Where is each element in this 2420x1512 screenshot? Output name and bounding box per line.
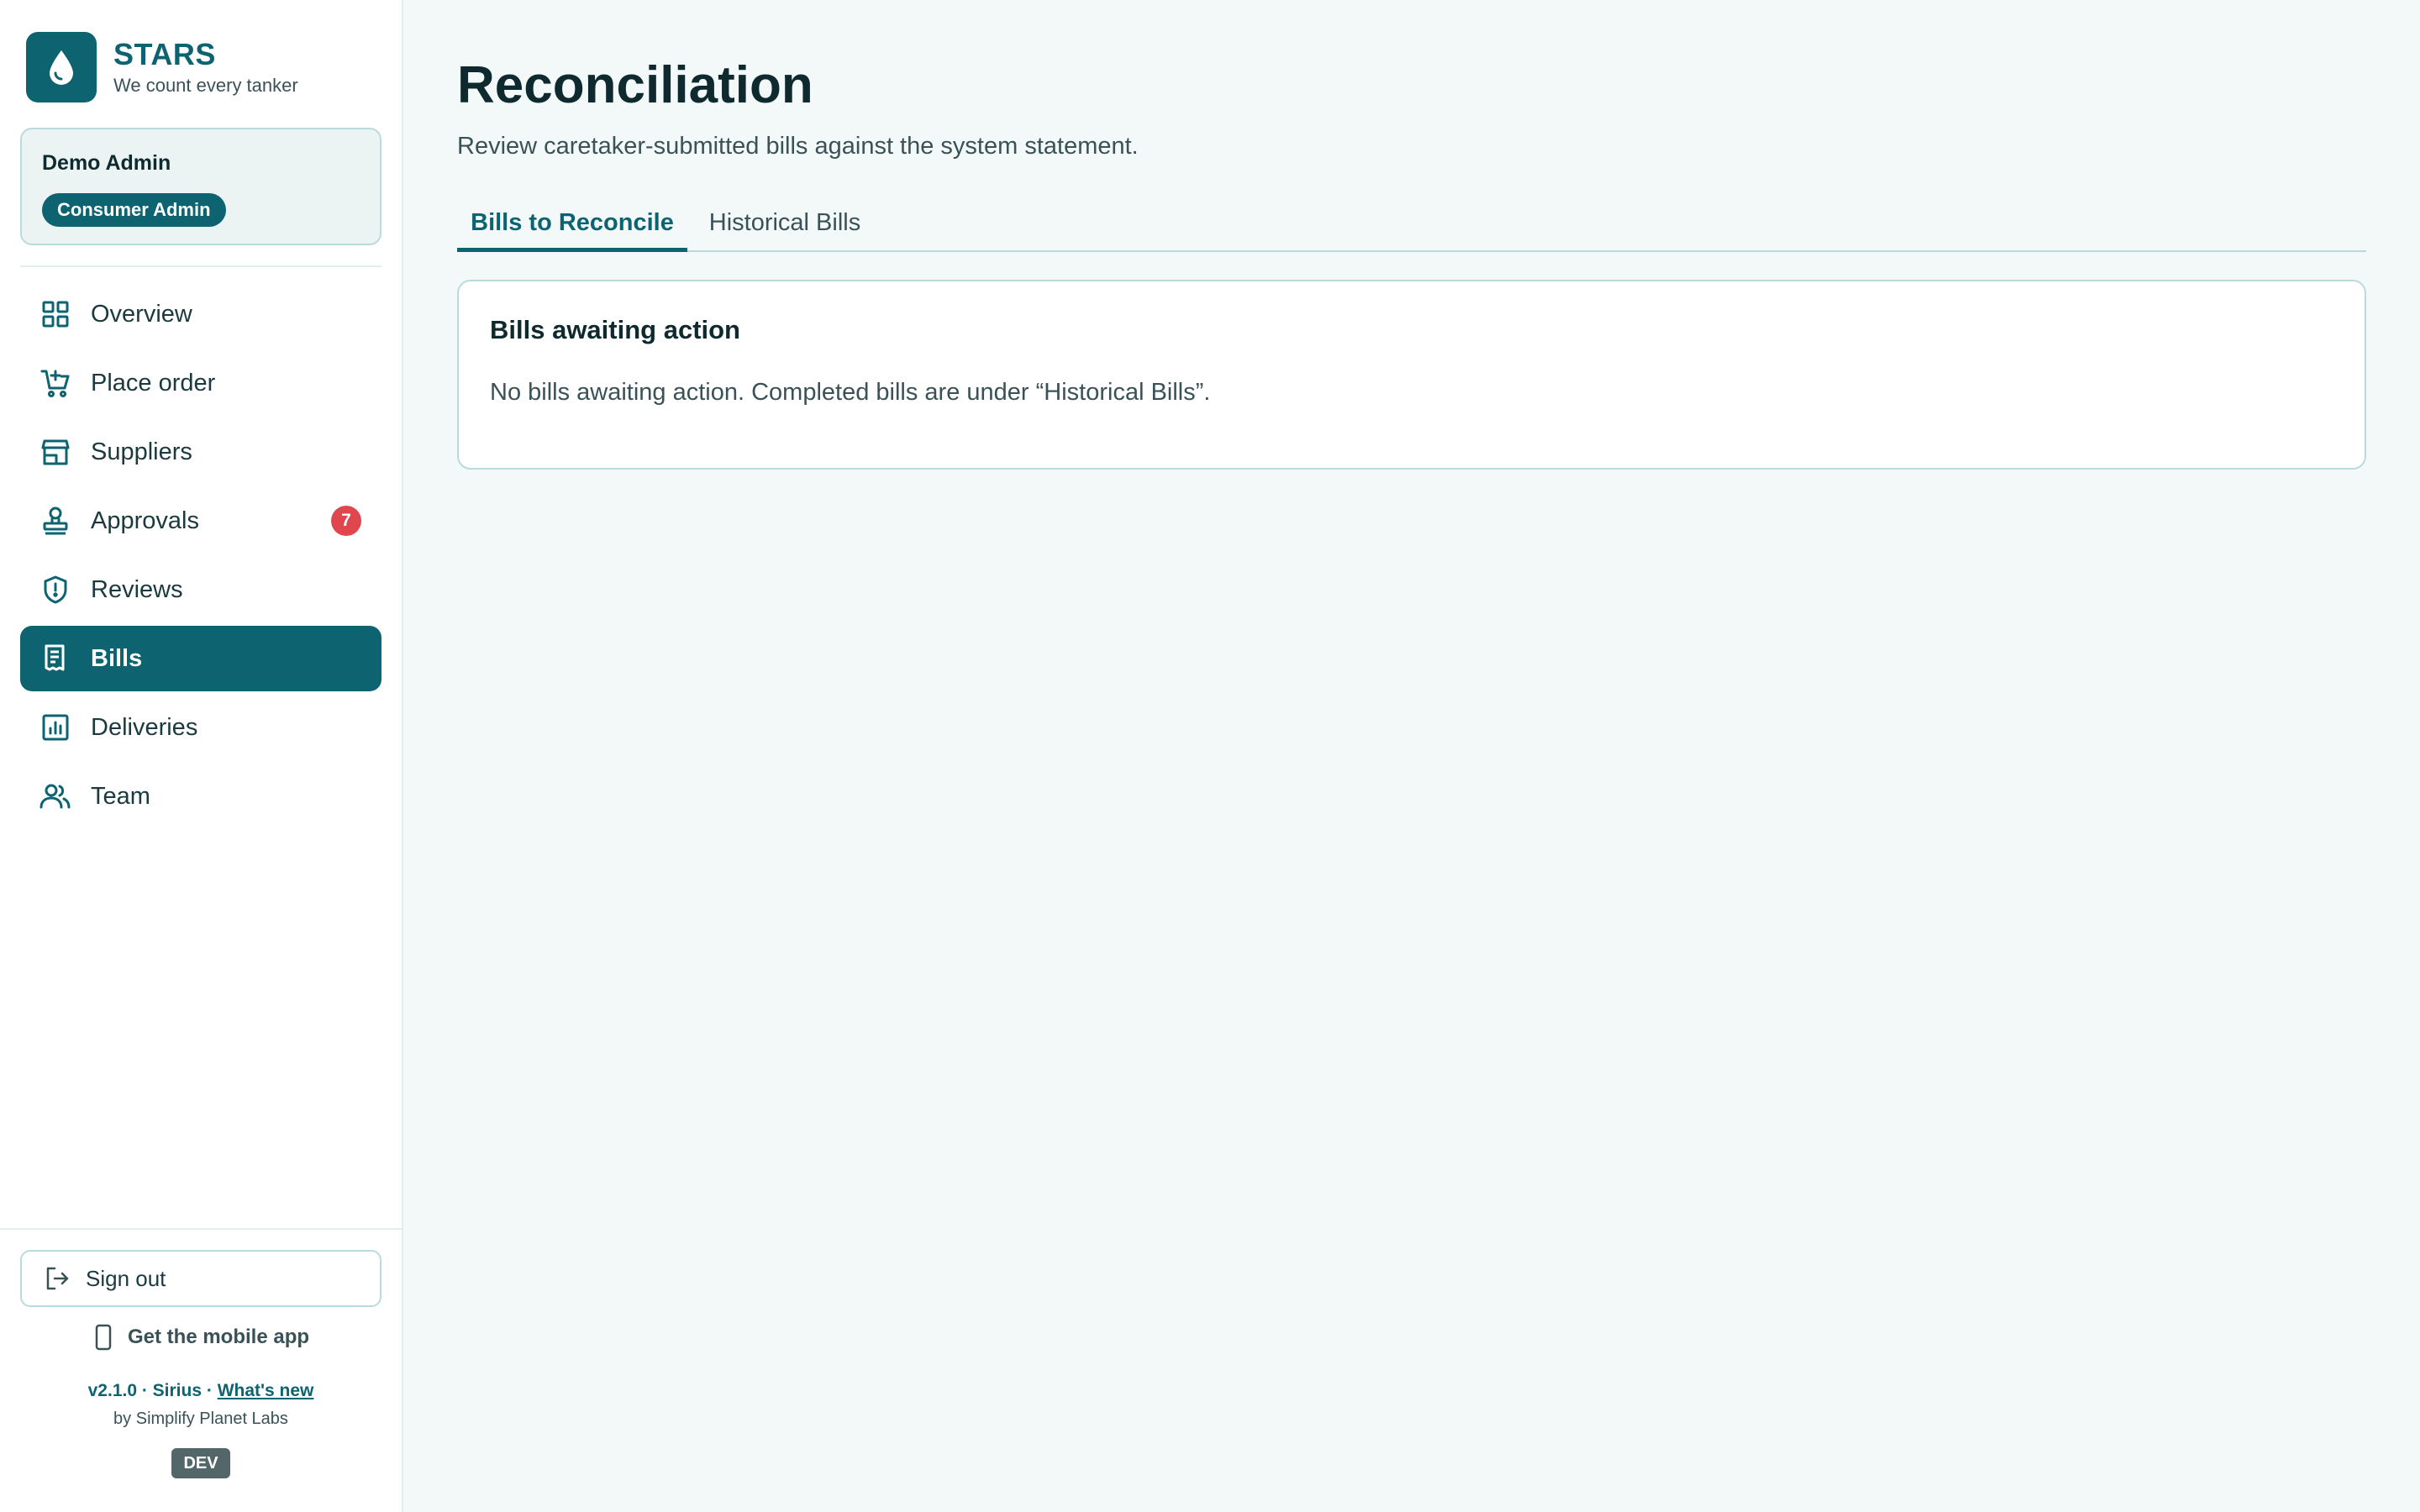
- version-text: v2.1.0 · Sirius ·: [87, 1381, 218, 1400]
- sidebar: STARS We count every tanker Demo Admin C…: [0, 0, 403, 1512]
- sidebar-item-label: Bills: [91, 644, 143, 672]
- sidebar-item-label: Approvals: [91, 507, 199, 534]
- shield-alert-icon: [39, 573, 72, 606]
- empty-state-message: No bills awaiting action. Completed bill…: [490, 379, 1211, 406]
- approvals-count-badge: 7: [331, 506, 361, 536]
- sidebar-item-approvals[interactable]: Approvals 7: [20, 488, 381, 554]
- tab-bar: Bills to Reconcile Historical Bills: [457, 197, 2366, 252]
- footer-divider: [0, 1228, 402, 1230]
- panel-title: Bills awaiting action: [490, 315, 740, 344]
- sidebar-item-reviews[interactable]: Reviews: [20, 557, 381, 622]
- mobile-app-link[interactable]: Get the mobile app: [0, 1324, 402, 1351]
- sidebar-item-label: Team: [91, 782, 150, 810]
- sidebar-nav: Overview Place order Suppliers Approvals…: [20, 281, 381, 832]
- page-title: Reconciliation: [457, 56, 813, 114]
- bills-awaiting-panel: Bills awaiting action No bills awaiting …: [457, 280, 2366, 470]
- sidebar-divider: [20, 265, 381, 267]
- sign-out-label: Sign out: [86, 1265, 166, 1291]
- sidebar-item-suppliers[interactable]: Suppliers: [20, 419, 381, 485]
- sidebar-item-label: Place order: [91, 369, 216, 396]
- page-subtitle: Review caretaker-submitted bills against…: [457, 133, 1139, 160]
- tab-historical-bills[interactable]: Historical Bills: [701, 197, 869, 252]
- bar-chart-icon: [39, 711, 72, 744]
- cart-plus-icon: [39, 366, 72, 400]
- mobile-app-label: Get the mobile app: [127, 1326, 310, 1348]
- user-name: Demo Admin: [42, 151, 171, 175]
- sidebar-item-label: Suppliers: [91, 438, 192, 465]
- version-info: v2.1.0 · Sirius · What's new: [0, 1381, 402, 1401]
- sign-out-icon: [44, 1265, 71, 1292]
- whats-new-link[interactable]: What's new: [218, 1381, 314, 1400]
- water-drop-icon: [26, 32, 97, 102]
- grid-icon: [39, 297, 72, 331]
- sidebar-item-bills[interactable]: Bills: [20, 626, 381, 691]
- store-icon: [39, 435, 72, 469]
- sidebar-item-overview[interactable]: Overview: [20, 281, 381, 347]
- stamp-icon: [39, 504, 72, 538]
- brand[interactable]: STARS We count every tanker: [26, 32, 298, 102]
- sidebar-item-place-order[interactable]: Place order: [20, 350, 381, 416]
- receipt-icon: [39, 642, 72, 675]
- phone-icon: [92, 1324, 114, 1351]
- sign-out-button[interactable]: Sign out: [20, 1250, 381, 1307]
- people-icon: [39, 780, 72, 813]
- byline: by Simplify Planet Labs: [113, 1410, 288, 1428]
- sidebar-item-label: Reviews: [91, 575, 183, 603]
- sidebar-item-deliveries[interactable]: Deliveries: [20, 695, 381, 760]
- brand-name: STARS: [113, 37, 216, 71]
- tab-bills-to-reconcile[interactable]: Bills to Reconcile: [457, 197, 687, 252]
- sidebar-item-team[interactable]: Team: [20, 764, 381, 829]
- sidebar-item-label: Overview: [91, 300, 192, 328]
- role-badge: Consumer Admin: [42, 193, 226, 227]
- environment-badge: DEV: [171, 1448, 230, 1478]
- brand-tagline: We count every tanker: [113, 75, 298, 96]
- user-card: Demo Admin Consumer Admin: [20, 128, 381, 245]
- sidebar-item-label: Deliveries: [91, 713, 198, 741]
